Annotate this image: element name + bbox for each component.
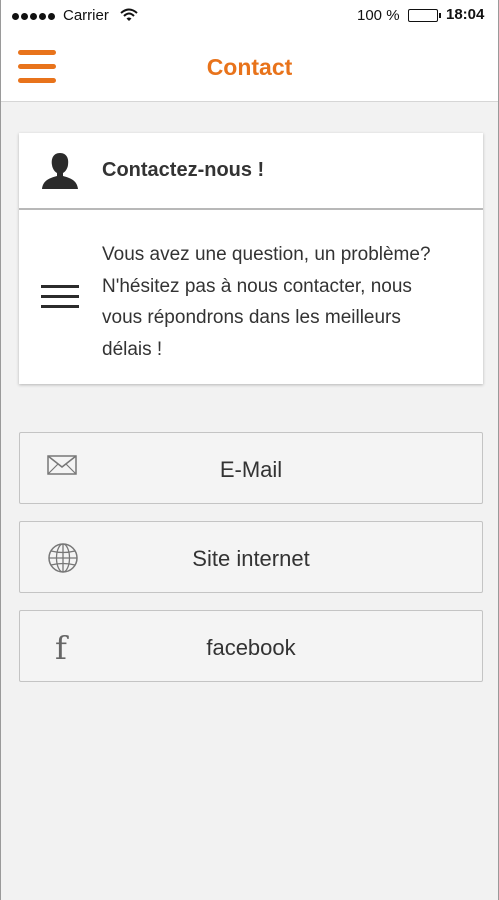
- signal-strength-icon: [12, 13, 55, 20]
- facebook-button[interactable]: f facebook: [19, 610, 483, 682]
- navigation-bar: Contact: [1, 32, 498, 102]
- card-description: Vous avez une question, un problème? N'h…: [102, 244, 431, 360]
- text-lines-icon: [41, 283, 79, 316]
- website-button[interactable]: Site internet: [19, 521, 483, 593]
- card-title: Contactez-nous !: [102, 159, 265, 181]
- facebook-button-label: facebook: [206, 635, 296, 660]
- battery-percentage: 100 %: [357, 7, 400, 24]
- contact-screen: Carrier 100 % 18:04 Contact Contactez-no…: [0, 0, 499, 900]
- user-icon: [40, 151, 80, 194]
- contact-info-card: Contactez-nous ! Vous avez une question,…: [19, 133, 483, 384]
- page-title: Contact: [206, 54, 293, 80]
- wifi-icon: [119, 7, 139, 27]
- battery-icon: [408, 9, 441, 22]
- carrier-name: Carrier: [63, 7, 109, 24]
- status-bar: Carrier 100 % 18:04: [1, 0, 498, 32]
- status-time: 18:04: [446, 6, 485, 23]
- email-button-label: E-Mail: [219, 457, 283, 482]
- email-button[interactable]: E-Mail: [19, 432, 483, 504]
- website-button-label: Site internet: [192, 546, 310, 571]
- card-header: Contactez-nous !: [19, 133, 483, 210]
